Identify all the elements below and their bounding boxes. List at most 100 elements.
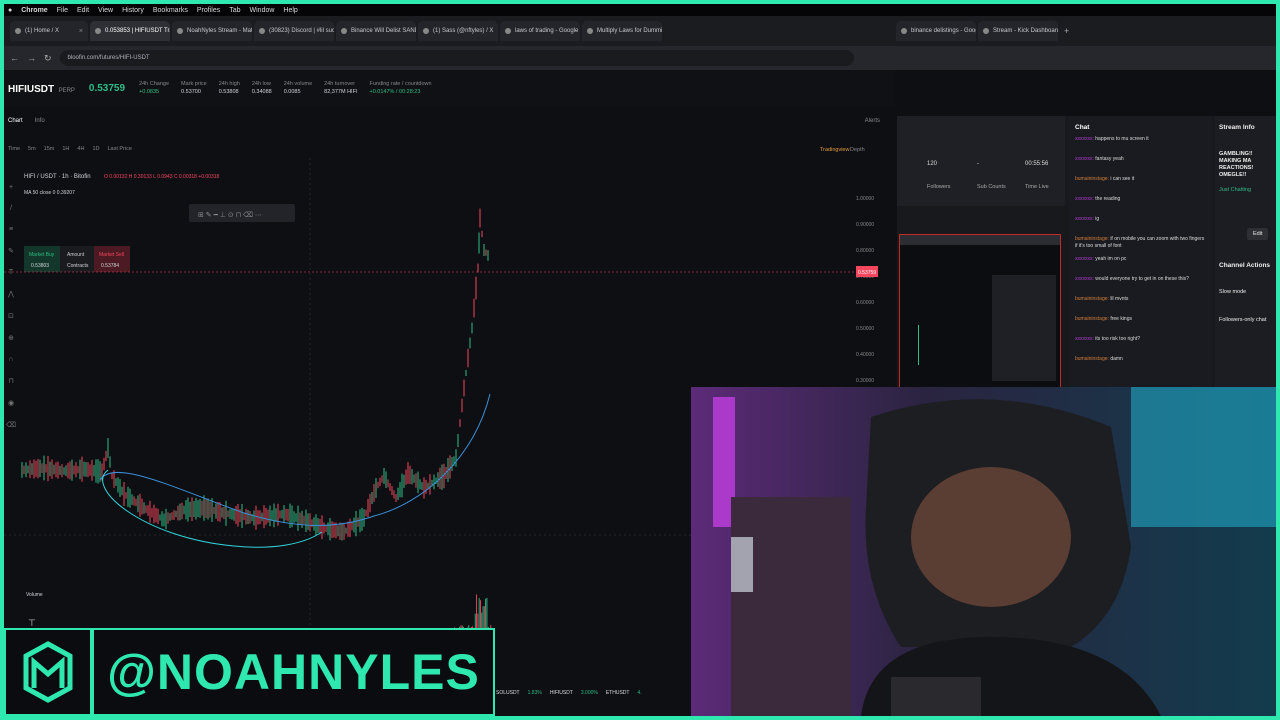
os-menu-bookmarks[interactable]: Bookmarks [153, 7, 188, 14]
tab-label: laws of trading - Google Sea [515, 28, 580, 34]
chat-user[interactable]: bumaininstage: [1075, 236, 1110, 242]
chat-user[interactable]: xxxxxxx: [1075, 216, 1095, 222]
brand-logo-icon [23, 641, 73, 703]
back-icon[interactable]: ← [10, 53, 19, 63]
ticker-change: 3.000% [580, 690, 598, 696]
os-menu-help[interactable]: Help [283, 7, 297, 14]
webcam-feed [691, 387, 1276, 716]
browser-tab[interactable]: (30823) Discord | #lil success× [254, 21, 334, 41]
timeframe-button[interactable]: 15m [44, 146, 55, 158]
chat-message: xxxxxxx: the reading [1069, 196, 1212, 216]
os-menu-edit[interactable]: Edit [77, 7, 89, 14]
timeframe-button[interactable]: Last Price [107, 146, 131, 158]
followers-only-toggle[interactable]: Followers-only chat [1219, 317, 1272, 323]
tab-chart[interactable]: Chart [8, 118, 23, 132]
chat-user[interactable]: bumaininstage: [1075, 176, 1110, 182]
stat-value: 0.53808 [218, 89, 239, 95]
favicon-icon [983, 28, 989, 34]
os-menu-tab[interactable]: Tab [229, 7, 240, 14]
stat-label: Mark price [181, 81, 207, 87]
ticker-change: 1.83% [527, 690, 542, 696]
channel-actions-title: Channel Actions [1219, 262, 1271, 269]
chat-text: i can see it [1110, 176, 1135, 182]
brand-logo-box [4, 628, 92, 716]
chat-user[interactable]: xxxxxxx: [1075, 336, 1095, 342]
ticker-change: 4. [637, 690, 642, 696]
chat-user[interactable]: xxxxxxx: [1075, 136, 1095, 142]
stat-value: 82,377M HIFI [324, 89, 358, 95]
tab-info[interactable]: Info [35, 118, 45, 132]
drawing-toolbar-float[interactable]: ⊞ ✎ ━ ⊥ ⊙ ⊓ ⌫ ⋯ [189, 204, 295, 222]
browser-tab[interactable]: binance delistings - Google× [896, 21, 976, 41]
alerts-button[interactable]: Alerts [865, 118, 880, 132]
pair-title[interactable]: HIFIUSDT PERP [8, 79, 75, 97]
chat-user[interactable]: xxxxxxx: [1075, 196, 1095, 202]
os-menu-history[interactable]: History [122, 7, 144, 14]
os-menu-bar: ● Chrome File Edit View History Bookmarks Prof… [4, 4, 1276, 16]
chat-message: xxxxxxx: ig [1069, 216, 1212, 236]
tab-label: NoahNyles Stream - Match [187, 28, 252, 34]
chat-user[interactable]: bumaininstage: [1075, 296, 1110, 302]
chat-user[interactable]: bumaininstage: [1075, 356, 1110, 362]
os-menu-window[interactable]: Window [250, 7, 275, 14]
stream-category[interactable]: Just Chatting [1219, 187, 1272, 193]
order-box[interactable]: Market Buy Amount Market Sell 0.53803 Co… [24, 246, 130, 272]
favicon-icon [505, 28, 511, 34]
chat-user[interactable]: xxxxxxx: [1075, 156, 1095, 162]
close-icon[interactable]: × [497, 28, 498, 35]
os-menu-file[interactable]: File [57, 7, 68, 14]
chat-user[interactable]: xxxxxxx: [1075, 256, 1095, 262]
chat-user[interactable]: bumaininstage: [1075, 316, 1110, 322]
url-input[interactable]: bloofin.com/futures/HIFI-USDT [59, 50, 854, 66]
stream-dashboard: 120 - 00:55:56 Followers Sub Counts Time… [897, 116, 1276, 396]
close-icon[interactable]: × [79, 28, 83, 35]
ticker-symbol[interactable]: HIFIUSDT [550, 690, 573, 696]
os-menu-profiles[interactable]: Profiles [197, 7, 220, 14]
timeframe-button[interactable]: 1D [92, 146, 99, 158]
forward-icon[interactable]: → [27, 53, 36, 63]
chat-message: bumaininstage: free kings [1069, 316, 1212, 336]
favicon-icon [15, 28, 21, 34]
header-stat: 24h volume 0.0085 [284, 81, 312, 95]
browser-tab[interactable]: NoahNyles Stream - Match× [172, 21, 252, 41]
stream-preview[interactable] [899, 234, 1061, 392]
browser-tab[interactable]: (1) Sass (@nftyles) / X× [418, 21, 498, 41]
stat-label: 24h high [218, 81, 240, 87]
os-menu-view[interactable]: View [98, 7, 113, 14]
stat-value: 0.0085 [283, 89, 301, 95]
chart-toolbar: Time 5m 15m 1H 4H 1D Last Price [4, 146, 884, 158]
browser-tab[interactable]: 0.053853 | HIFIUSDT Trade× [90, 21, 170, 41]
reload-icon[interactable]: ↻ [44, 53, 52, 64]
sell-price: 0.53784 [101, 263, 119, 269]
browser-tab[interactable]: Binance Will Delist SAND, HI× [336, 21, 416, 41]
depth-tab[interactable]: Depth [850, 147, 865, 153]
stat-value: +0.0835 [139, 89, 160, 95]
browser-tab[interactable]: Multiply Laws for Dummies× [582, 21, 662, 41]
browser-tab[interactable]: laws of trading - Google Sea × [500, 21, 580, 41]
chat-text: damn [1110, 356, 1123, 362]
timeframe-button[interactable]: 1H [62, 146, 69, 158]
chat-text: its too risk too right? [1095, 336, 1141, 342]
price-tag-label: 0.53759 [858, 270, 876, 276]
chat-user[interactable]: xxxxxxx: [1075, 276, 1095, 282]
ticker-symbol[interactable]: SOLUSDT [496, 690, 520, 696]
slow-mode-toggle[interactable]: Slow mode [1219, 289, 1272, 295]
browser-tab-strip: (1) Home / X×0.053853 | HIFIUSDT Trade×N… [4, 16, 1276, 46]
header-stat: Funding rate / countdown +0.0147% / 00:28… [369, 81, 431, 95]
edit-button[interactable]: Edit [1247, 228, 1269, 240]
header-stat: 24h low 0.34088 [252, 81, 272, 95]
ticker-symbol[interactable]: ETHUSDT [606, 690, 630, 696]
new-tab-icon[interactable]: + [1064, 26, 1069, 36]
y-tick: 0.30000 [856, 378, 874, 384]
chat-message: xxxxxxx: its too risk too right? [1069, 336, 1212, 356]
tab-label: (1) Sass (@nftyles) / X [433, 28, 494, 34]
chart-ohlc: O 0.00132 H 0.30133 L 0.0943 C 0.00318 +… [104, 174, 220, 180]
tradingview-tab[interactable]: Tradingview [820, 147, 849, 153]
timeframe-button[interactable]: 4H [77, 146, 84, 158]
apple-icon[interactable]: ● [8, 7, 12, 14]
timeframe-button[interactable]: 5m [28, 146, 36, 158]
browser-tab[interactable]: (1) Home / X × [10, 21, 88, 41]
os-menu-chrome[interactable]: Chrome [21, 7, 47, 14]
timeframe-button[interactable]: Time [8, 146, 20, 158]
browser-tab[interactable]: Stream - Kick Dashboard× [978, 21, 1058, 41]
